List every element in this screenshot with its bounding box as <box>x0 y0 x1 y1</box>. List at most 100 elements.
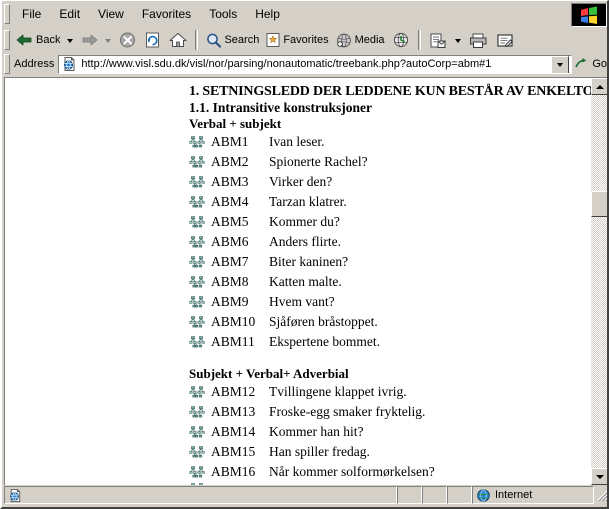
home-icon <box>168 31 188 49</box>
section-2-title: Subjekt + Verbal+ Adverbial <box>189 366 591 382</box>
syntax-tree-icon <box>189 215 206 229</box>
sentence-text: Sjåføren bråstoppet. <box>269 314 378 330</box>
address-url-text: http://www.visl.sdu.dk/visl/nor/parsing/… <box>81 57 491 71</box>
sentence-id: ABM11 <box>211 334 269 350</box>
favorites-star-icon <box>265 32 281 48</box>
menu-item-file[interactable]: File <box>13 4 50 24</box>
sentence-text: Anders flirte. <box>269 234 341 250</box>
stop-icon <box>118 31 137 49</box>
toolbar-gripper[interactable] <box>4 30 10 50</box>
sentence-row[interactable]: ABM2Spionerte Rachel? <box>189 152 591 172</box>
address-bar-gripper[interactable] <box>4 54 10 74</box>
syntax-tree-icon <box>189 385 206 399</box>
go-arrow-icon <box>574 57 590 71</box>
back-button[interactable]: Back <box>13 29 63 51</box>
address-dropdown-button[interactable] <box>551 56 569 74</box>
sentence-row[interactable]: ABM3Virker den? <box>189 172 591 192</box>
menu-item-view[interactable]: View <box>89 4 133 24</box>
sentence-row[interactable]: ABM4Tarzan klatrer. <box>189 192 591 212</box>
syntax-tree-icon[interactable] <box>189 155 206 169</box>
print-button[interactable] <box>465 29 492 51</box>
sentence-row[interactable]: ABM13Froske-egg smaker fryktelig. <box>189 402 591 422</box>
syntax-tree-icon[interactable] <box>189 385 206 399</box>
syntax-tree-icon[interactable] <box>189 425 206 439</box>
syntax-tree-icon <box>189 405 206 419</box>
forward-button[interactable] <box>77 29 101 51</box>
home-button[interactable] <box>165 29 191 51</box>
stop-button[interactable] <box>115 29 140 51</box>
sentence-id: ABM3 <box>211 174 269 190</box>
mail-dropdown-icon[interactable] <box>455 39 461 43</box>
syntax-tree-icon[interactable] <box>189 195 206 209</box>
edit-page-button[interactable] <box>492 29 518 51</box>
sentence-row[interactable]: ABM9Hvem vant? <box>189 292 591 312</box>
sentence-row[interactable]: ABM5Kommer du? <box>189 212 591 232</box>
sentence-id: ABM9 <box>211 294 269 310</box>
sentence-id: ABM2 <box>211 154 269 170</box>
syntax-tree-icon[interactable] <box>189 405 206 419</box>
menu-item-tools[interactable]: Tools <box>200 4 246 24</box>
address-input[interactable]: http://www.visl.sdu.dk/visl/nor/parsing/… <box>58 55 572 74</box>
syntax-tree-icon[interactable] <box>189 295 206 309</box>
syntax-tree-icon[interactable] <box>189 235 206 249</box>
forward-dropdown-icon[interactable] <box>105 39 111 43</box>
syntax-tree-icon <box>189 335 206 349</box>
menu-item-edit[interactable]: Edit <box>50 4 89 24</box>
mail-button[interactable] <box>425 29 451 51</box>
menu-item-help[interactable]: Help <box>246 4 289 24</box>
history-button[interactable] <box>388 29 414 51</box>
page-heading-1: 1. SETNINGSLEDD DER LEDDENE KUN BESTÅR A… <box>189 84 591 100</box>
web-page: 1. SETNINGSLEDD DER LEDDENE KUN BESTÅR A… <box>5 78 591 485</box>
refresh-button[interactable] <box>140 29 165 51</box>
sentence-row[interactable]: ABM11Ekspertene bommet. <box>189 332 591 352</box>
syntax-tree-icon[interactable] <box>189 445 206 459</box>
windows-flag-logo[interactable] <box>571 3 607 27</box>
sentence-row[interactable]: ABM1Ivan leser. <box>189 132 591 152</box>
scroll-up-button[interactable] <box>591 78 608 95</box>
edit-page-icon <box>495 32 515 49</box>
search-icon <box>205 32 222 48</box>
sentence-row[interactable]: ABM10Sjåføren bråstoppet. <box>189 312 591 332</box>
syntax-tree-icon[interactable] <box>189 275 206 289</box>
syntax-tree-icon[interactable] <box>189 215 206 229</box>
syntax-tree-icon[interactable] <box>189 175 206 189</box>
triangle-down-icon <box>596 475 604 479</box>
sentence-text: Biter kaninen? <box>269 254 348 270</box>
search-button-label: Search <box>224 34 259 46</box>
sentence-text: Froske-egg smaker fryktelig. <box>269 404 425 420</box>
security-zone-label: Internet <box>495 489 532 501</box>
scrollbar-thumb[interactable] <box>591 191 608 217</box>
syntax-tree-icon <box>189 135 206 149</box>
security-zone-pane[interactable]: Internet <box>472 486 594 504</box>
sentence-row[interactable]: ABM12Tvillingene klappet ivrig. <box>189 382 591 402</box>
go-button-label: Go <box>592 58 607 70</box>
address-label: Address <box>14 58 54 70</box>
media-icon <box>335 32 353 49</box>
go-button[interactable]: Go <box>572 57 609 71</box>
search-button[interactable]: Search <box>202 29 262 51</box>
resize-grip-icon[interactable] <box>595 488 609 502</box>
favorites-button[interactable]: Favorites <box>262 29 331 51</box>
sentence-row[interactable]: ABM15Han spiller fredag. <box>189 442 591 462</box>
sentence-row[interactable]: ABM7Biter kaninen? <box>189 252 591 272</box>
sentence-row[interactable]: ABM14Kommer han hit? <box>189 422 591 442</box>
media-button[interactable]: Media <box>332 29 388 51</box>
back-dropdown-icon[interactable] <box>67 39 73 43</box>
syntax-tree-icon[interactable] <box>189 465 206 479</box>
sentence-row[interactable]: ABM6Anders flirte. <box>189 232 591 252</box>
syntax-tree-icon[interactable] <box>189 135 206 149</box>
menu-bar-gripper[interactable] <box>4 4 10 24</box>
vertical-scrollbar[interactable] <box>591 78 608 485</box>
sentence-row[interactable]: ABM8Katten malte. <box>189 272 591 292</box>
syntax-tree-icon[interactable] <box>189 315 206 329</box>
scroll-down-button[interactable] <box>591 468 608 485</box>
syntax-tree-icon <box>189 195 206 209</box>
syntax-tree-icon[interactable] <box>189 335 206 349</box>
ie-page-icon <box>61 56 77 72</box>
menu-item-favorites[interactable]: Favorites <box>133 4 200 24</box>
syntax-tree-icon <box>189 275 206 289</box>
sentence-row[interactable]: ABM16Når kommer solformørkelsen? <box>189 462 591 482</box>
sentence-text: Kommer han hit? <box>269 424 363 440</box>
syntax-tree-icon[interactable] <box>189 255 206 269</box>
chevron-down-icon <box>557 63 563 67</box>
